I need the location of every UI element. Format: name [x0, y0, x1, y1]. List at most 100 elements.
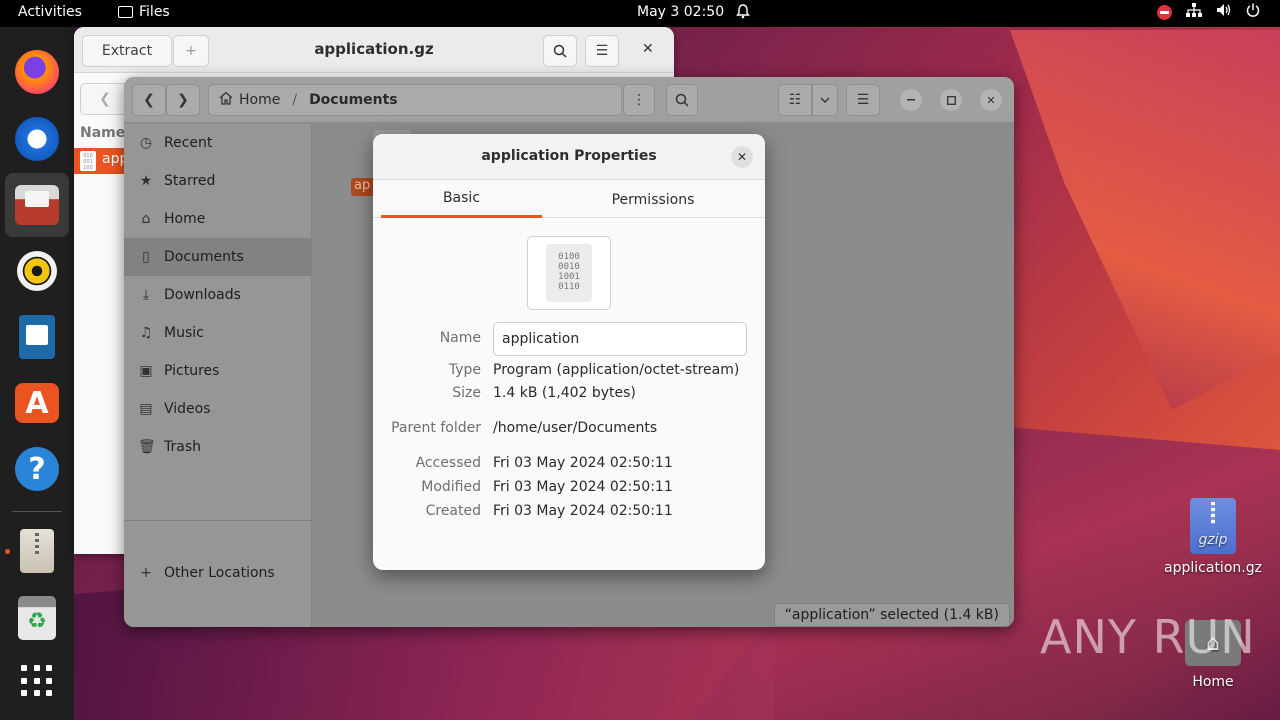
sidebar-item-trash[interactable]: 🗑 Trash [124, 428, 312, 466]
download-icon: ⤓ [142, 287, 150, 303]
binary-file-icon: 0100 0010 1001 0110 [546, 244, 592, 302]
parent-folder-value[interactable]: /home/user/Documents [493, 420, 657, 436]
video-icon: ▤ [139, 401, 153, 417]
files-header: ❮ ❯ Home / Documents ⋮ ☷ ☰ ✕ [124, 77, 1014, 123]
accessed-value: Fri 03 May 2024 02:50:11 [493, 455, 673, 471]
modified-value: Fri 03 May 2024 02:50:11 [493, 479, 673, 495]
path-separator: / [292, 92, 298, 108]
name-label: Name [439, 330, 481, 346]
maximize-icon[interactable] [940, 89, 962, 111]
sidebar-item-label: Other Locations [164, 565, 275, 581]
sidebar-item-videos[interactable]: ▤ Videos [124, 390, 312, 428]
sidebar-item-downloads[interactable]: ⤓ Downloads [124, 276, 312, 314]
modified-label: Modified [421, 479, 481, 495]
archive-file-icon: gzip [1190, 498, 1236, 554]
folder-icon [118, 6, 133, 18]
minimize-icon[interactable] [900, 89, 922, 111]
sidebar-separator [124, 520, 312, 521]
sidebar-item-home[interactable]: ⌂ Home [124, 200, 312, 238]
volume-icon [1216, 3, 1232, 21]
size-label: Size [452, 385, 481, 401]
list-view-icon[interactable]: ☷ [778, 84, 812, 116]
help-icon[interactable]: ? [13, 445, 61, 493]
tab-bar: Basic Permissions [373, 181, 765, 218]
path-current[interactable]: Documents [309, 92, 398, 108]
list-header-name[interactable]: Name [80, 125, 125, 141]
dialog-title: application Properties [481, 148, 657, 164]
sidebar-item-label: Home [164, 211, 206, 227]
trash-icon: 🗑 [138, 439, 156, 455]
sidebar-item-other-locations[interactable]: + Other Locations [124, 554, 312, 592]
search-icon[interactable] [666, 84, 698, 116]
sidebar-item-label: Pictures [164, 363, 220, 379]
tab-basic[interactable]: Basic [381, 181, 542, 218]
show-apps-icon[interactable] [13, 657, 61, 705]
created-label: Created [425, 503, 481, 519]
software-icon[interactable]: A [13, 379, 61, 427]
sidebar-item-label: Recent [164, 135, 213, 151]
path-menu-icon[interactable]: ⋮ [623, 84, 655, 116]
file-icon-button[interactable]: 0100 0010 1001 0110 [527, 236, 611, 310]
accessed-label: Accessed [415, 455, 481, 471]
dock-separator [12, 511, 62, 512]
clock[interactable]: May 3 02:50 [637, 4, 724, 20]
back-button[interactable]: ❮ [132, 84, 166, 116]
sidebar-item-label: Downloads [164, 287, 241, 303]
size-value: 1.4 kB (1,402 bytes) [493, 385, 636, 401]
activities-button[interactable]: Activities [18, 4, 82, 20]
menu-icon[interactable]: ☰ [585, 35, 619, 67]
system-tray[interactable] [1157, 3, 1260, 21]
path-bar[interactable]: Home / Documents [208, 84, 622, 116]
writer-icon[interactable] [13, 313, 61, 361]
sidebar: ◷ Recent ★ Starred ⌂ Home ▯ Documents ⤓ … [124, 124, 312, 627]
tab-permissions[interactable]: Permissions [573, 181, 733, 218]
archive-manager-icon[interactable] [13, 527, 61, 575]
clock-icon: ◷ [139, 135, 153, 151]
sidebar-item-label: Videos [164, 401, 211, 417]
sidebar-item-music[interactable]: ♫ Music [124, 314, 312, 352]
home-icon: ⌂ [141, 211, 151, 227]
sidebar-item-documents[interactable]: ▯ Documents [124, 238, 312, 276]
close-icon[interactable]: ✕ [642, 41, 654, 57]
home-icon [219, 91, 233, 109]
desktop-icon-label: Home [1192, 674, 1234, 690]
close-icon[interactable]: ✕ [731, 146, 753, 168]
thunderbird-icon[interactable] [13, 115, 61, 163]
bell-icon [736, 4, 750, 23]
plus-icon: + [140, 565, 152, 581]
back-button[interactable]: ❮ [80, 83, 130, 115]
forward-button[interactable]: ❯ [166, 84, 200, 116]
created-value: Fri 03 May 2024 02:50:11 [493, 503, 673, 519]
picture-icon: ▣ [139, 363, 153, 379]
sidebar-item-recent[interactable]: ◷ Recent [124, 124, 312, 162]
music-icon: ♫ [139, 325, 153, 341]
sidebar-item-label: Documents [164, 249, 244, 265]
desktop-file-application-gz[interactable]: gzip application.gz [1158, 498, 1268, 576]
search-icon[interactable] [543, 35, 577, 67]
files-icon[interactable] [5, 173, 69, 237]
archive-title: application.gz [314, 40, 434, 58]
document-icon: ▯ [142, 249, 150, 265]
running-indicator [5, 549, 10, 554]
parent-folder-label: Parent folder [391, 420, 481, 436]
app-name: Files [139, 4, 170, 20]
firefox-icon[interactable] [13, 48, 61, 96]
sidebar-item-pictures[interactable]: ▣ Pictures [124, 352, 312, 390]
desktop-icon-label: application.gz [1164, 560, 1262, 576]
sidebar-item-label: Trash [164, 439, 201, 455]
binary-file-icon: 010 001 100 [80, 151, 96, 171]
star-icon: ★ [139, 173, 153, 189]
hamburger-menu-icon[interactable]: ☰ [846, 84, 880, 116]
close-icon[interactable]: ✕ [980, 89, 1002, 111]
top-bar: Activities Files May 3 02:50 [0, 0, 1280, 27]
dock: A ? ♻ [0, 27, 74, 720]
sidebar-item-starred[interactable]: ★ Starred [124, 162, 312, 200]
watermark-logo: ANY RUN [1040, 610, 1256, 664]
trash-icon[interactable]: ♻ [13, 594, 61, 642]
archive-header: Extract + application.gz ☰ ✕ [74, 27, 674, 73]
name-field[interactable] [493, 322, 747, 356]
chevron-down-icon[interactable] [812, 84, 838, 116]
rhythmbox-icon[interactable] [13, 247, 61, 295]
path-home[interactable]: Home [239, 92, 280, 108]
app-menu[interactable]: Files [118, 4, 170, 20]
